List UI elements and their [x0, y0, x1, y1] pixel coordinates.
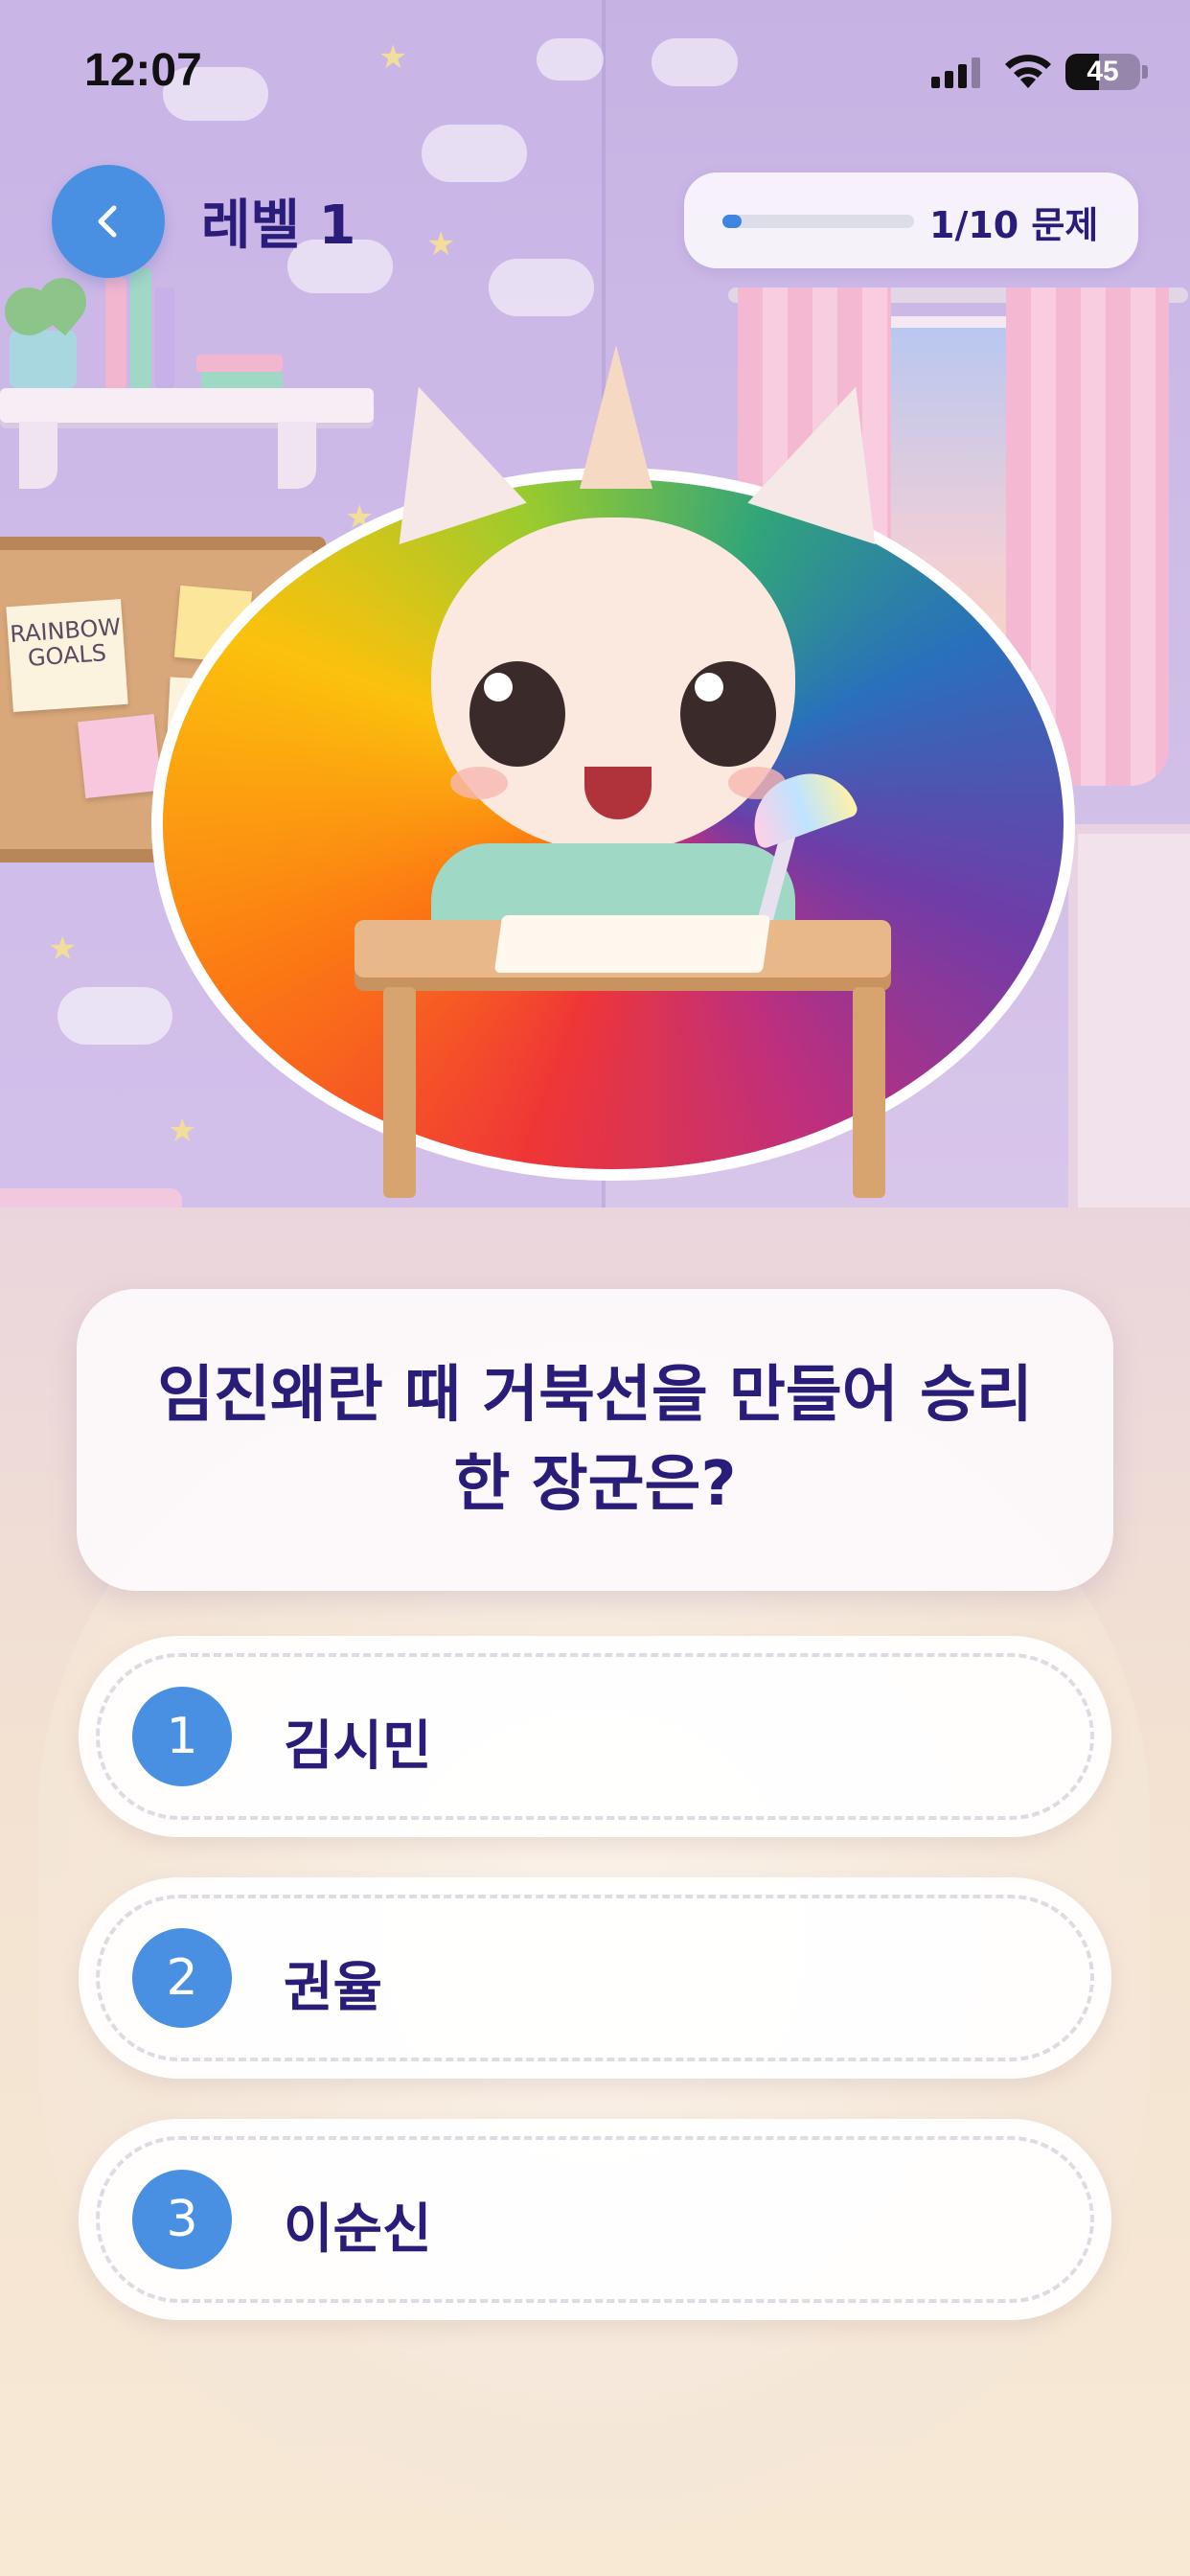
back-button[interactable]	[52, 165, 165, 278]
answer-option-1[interactable]: 1 김시민	[79, 1636, 1111, 1837]
option-number-badge: 3	[132, 2170, 232, 2269]
progress-fill	[722, 215, 742, 228]
desk-leg	[383, 987, 416, 1198]
option-label: 권율	[284, 1957, 383, 2019]
chevron-left-icon	[98, 205, 117, 238]
book-decoration	[105, 278, 126, 388]
question-text: 임진왜란 때 거북선을 만들어 승리한 장군은?	[157, 1359, 1033, 1520]
open-book	[493, 915, 771, 973]
status-time: 12:07	[84, 45, 202, 96]
option-number-badge: 1	[132, 1687, 232, 1786]
cloud-decoration	[489, 259, 594, 316]
status-bar: 12:07 45	[0, 0, 1190, 144]
option-label: 이순신	[284, 2198, 432, 2261]
option-label: 김시민	[284, 1715, 432, 1778]
right-eye	[680, 661, 776, 767]
eye-shine	[484, 673, 513, 702]
unicorn-horn	[580, 345, 652, 489]
battery-cap	[1142, 65, 1148, 79]
desk-leg	[853, 987, 885, 1198]
option-number-badge: 2	[132, 1928, 232, 2028]
rainbow-goals-text: RAINBOW GOALS	[9, 613, 122, 673]
shelf-bracket	[19, 422, 57, 489]
option-dashed-border	[96, 1895, 1094, 2061]
star-icon: ★	[48, 930, 78, 968]
battery-percent: 45	[1087, 56, 1119, 87]
star-icon: ★	[426, 225, 456, 264]
cellular-signal-icon	[931, 58, 980, 88]
eye-shine	[695, 673, 723, 702]
progress-track	[722, 215, 914, 228]
answer-option-3[interactable]: 3 이순신	[79, 2119, 1111, 2320]
option-dashed-border	[96, 2136, 1094, 2303]
answer-option-2[interactable]: 2 권율	[79, 1877, 1111, 2079]
battery-icon: 45	[1065, 54, 1140, 90]
wifi-icon	[1005, 55, 1051, 88]
left-eye	[469, 661, 565, 767]
rainbow-goals-note: RAINBOW GOALS	[6, 598, 128, 713]
progress-text: 1/10 문제	[929, 204, 1099, 246]
progress-indicator: 1/10 문제	[684, 172, 1138, 268]
option-dashed-border	[96, 1653, 1094, 1820]
left-cheek	[450, 767, 508, 799]
question-card: 임진왜란 때 거북선을 만들어 승리한 장군은?	[77, 1289, 1113, 1591]
unicorn-girl-illustration	[144, 326, 1064, 1227]
level-title: 레벨 1	[201, 195, 356, 257]
plant-pot	[10, 331, 77, 388]
